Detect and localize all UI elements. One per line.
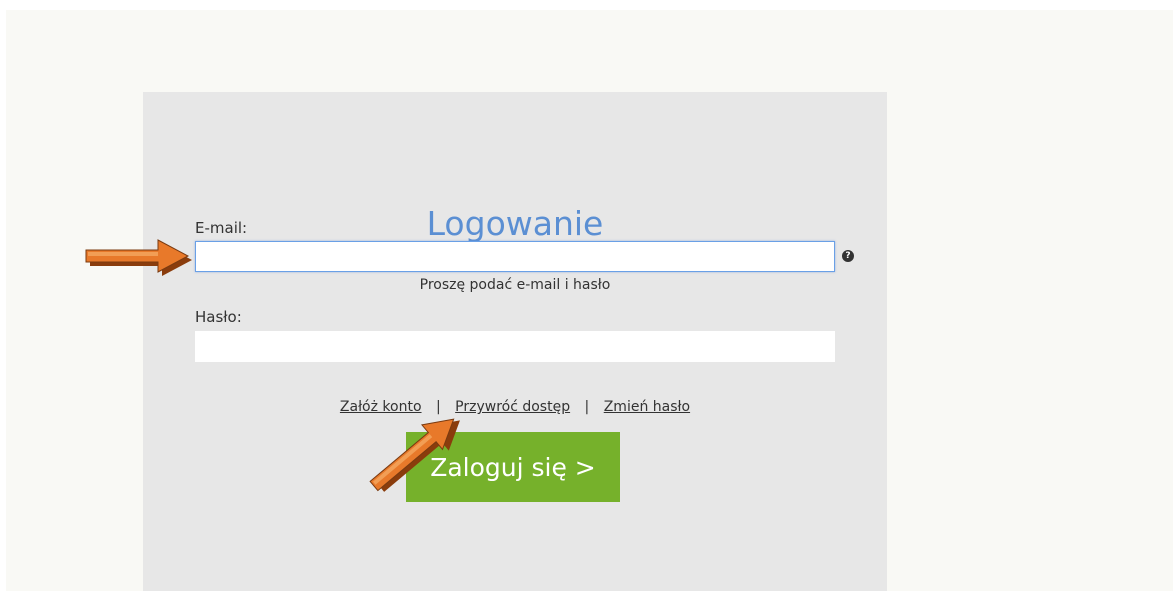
question-circle-icon[interactable]: ? <box>842 250 854 262</box>
page-title: Logowanie <box>426 204 604 243</box>
change-password-link[interactable]: Zmień hasło <box>604 399 690 415</box>
email-field[interactable] <box>195 241 835 272</box>
email-label: E-mail: <box>195 219 248 237</box>
password-field[interactable] <box>195 331 835 362</box>
create-account-link[interactable]: Załóż konto <box>340 399 422 415</box>
login-subtitle: Proszę podać e-mail i hasło <box>419 277 611 293</box>
link-separator: | <box>435 399 441 415</box>
arrow-annotation-restore-access <box>369 418 460 492</box>
password-label: Hasło: <box>195 308 242 326</box>
restore-access-link[interactable]: Przywróć dostęp <box>455 399 570 415</box>
account-links: Załóż konto | Przywróć dostęp | Zmień ha… <box>143 398 887 416</box>
arrow-annotation-email <box>85 239 192 276</box>
link-separator: | <box>584 399 590 415</box>
